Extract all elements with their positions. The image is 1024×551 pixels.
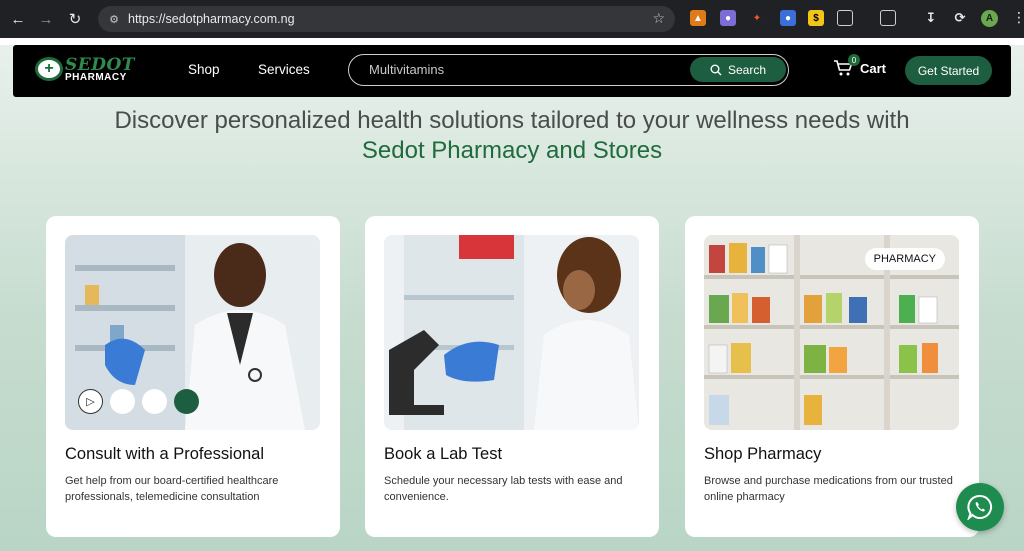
- card-title: Shop Pharmacy: [704, 445, 822, 463]
- nav-shop[interactable]: Shop: [188, 62, 220, 77]
- nav-services[interactable]: Services: [258, 62, 310, 77]
- cart-count-badge: 0: [848, 54, 860, 66]
- whatsapp-chat-button[interactable]: [956, 483, 1004, 531]
- address-bar[interactable]: ⚙ https://sedotpharmacy.com.ng ☆: [98, 6, 675, 32]
- dollar-extension-icon[interactable]: $: [808, 10, 824, 26]
- pharmacy-tag: PHARMACY: [864, 248, 945, 270]
- service-card-consult[interactable]: ▷ Consult with a Professional Get help f…: [46, 216, 340, 537]
- reload-icon[interactable]: ↻: [64, 8, 86, 30]
- cast-icon[interactable]: [880, 10, 896, 26]
- search-box[interactable]: Multivitamins Search: [348, 54, 789, 86]
- url-text: https://sedotpharmacy.com.ng: [128, 12, 295, 26]
- service-card-lab-test[interactable]: Book a Lab Test Schedule your necessary …: [365, 216, 659, 537]
- carousel-dot[interactable]: [142, 389, 167, 414]
- more-menu-icon[interactable]: ⋮: [1012, 9, 1024, 26]
- search-button-label: Search: [727, 62, 767, 77]
- page-top-strip: [0, 38, 1024, 45]
- service-card-shop-pharmacy[interactable]: PHARMACY Shop Pharmacy Browse and purcha…: [685, 216, 979, 537]
- sedot-logo[interactable]: + SEDOT PHARMACY: [35, 55, 147, 85]
- whatsapp-icon: [967, 494, 992, 520]
- card-description: Schedule your necessary lab tests with e…: [384, 475, 623, 503]
- lab-image: [384, 235, 639, 430]
- people-extension-icon[interactable]: ●: [780, 10, 796, 26]
- site-info-icon[interactable]: ⚙: [106, 11, 122, 27]
- search-button[interactable]: Search: [690, 57, 786, 82]
- search-icon: [710, 64, 722, 75]
- cart-label: Cart: [860, 60, 887, 76]
- card-title: Book a Lab Test: [384, 445, 503, 463]
- browser-toolbar: ← → ↻ ⚙ https://sedotpharmacy.com.ng ☆ ▲…: [0, 0, 1024, 38]
- card-description: Get help from our board-certified health…: [65, 475, 279, 503]
- card-title: Consult with a Professional: [65, 445, 265, 463]
- sync-icon[interactable]: ⟳: [952, 10, 968, 26]
- forward-icon[interactable]: →: [35, 8, 57, 30]
- phantom-extension-icon[interactable]: ✦: [749, 10, 765, 26]
- card-description: Browse and purchase medications from our…: [704, 475, 953, 503]
- get-started-button[interactable]: Get Started: [905, 56, 992, 85]
- hero-line-1: Discover personalized health solutions t…: [114, 107, 910, 134]
- logo-text-bottom: PHARMACY: [65, 72, 127, 83]
- carousel-controls: ▷: [78, 389, 199, 414]
- carousel-dot-active[interactable]: [174, 389, 199, 414]
- hero-headline: Discover personalized health solutions t…: [0, 106, 1024, 166]
- search-input[interactable]: Multivitamins: [369, 62, 444, 77]
- download-icon[interactable]: ↧: [923, 10, 939, 26]
- site-header: + SEDOT PHARMACY Shop Services Multivita…: [13, 45, 1011, 97]
- pharmacy-shelves-image: PHARMACY: [704, 235, 959, 430]
- carousel-dot[interactable]: [110, 389, 135, 414]
- bookmark-star-icon[interactable]: ☆: [652, 10, 665, 27]
- hero-line-2: Sedot Pharmacy and Stores: [361, 137, 663, 164]
- metamask-extension-icon[interactable]: ▲: [690, 10, 706, 26]
- pharmacy-cross-icon: +: [35, 57, 63, 81]
- cart-button[interactable]: 0 Cart: [833, 54, 887, 77]
- back-icon[interactable]: ←: [7, 8, 29, 30]
- ghost-extension-icon[interactable]: ●: [720, 10, 736, 26]
- profile-avatar[interactable]: A: [981, 10, 998, 27]
- extensions-puzzle-icon[interactable]: [837, 10, 853, 26]
- doctor-image: ▷: [65, 235, 320, 430]
- play-icon[interactable]: ▷: [78, 389, 103, 414]
